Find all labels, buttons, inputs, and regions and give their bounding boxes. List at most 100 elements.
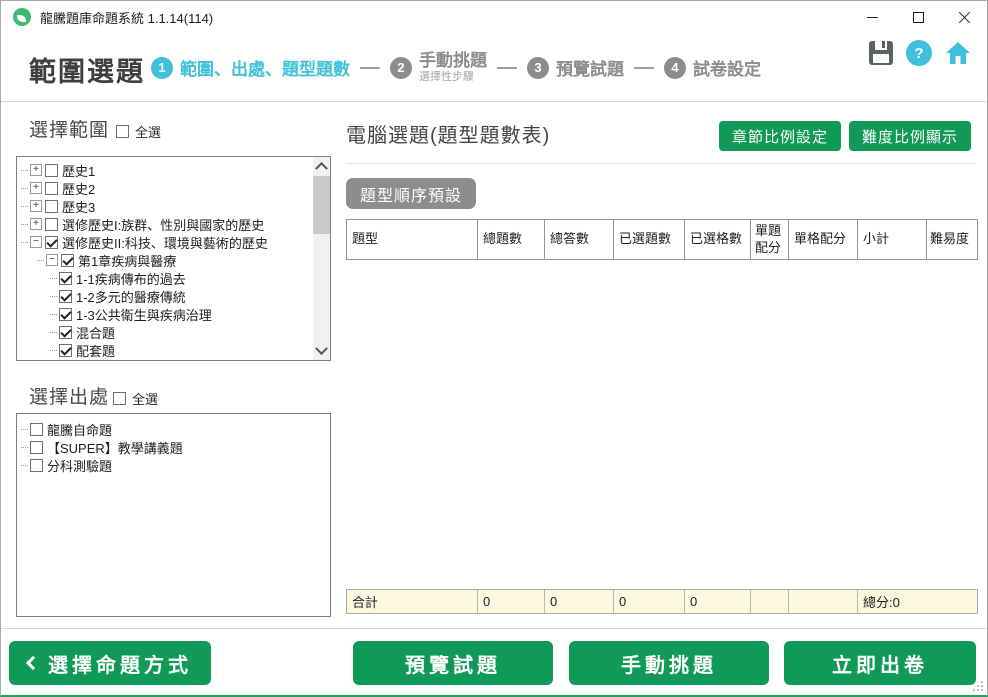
col-selected-questions: 已選題數 (614, 220, 685, 259)
tree-checkbox[interactable] (45, 199, 58, 213)
tree-item[interactable]: 1-2多元的醫療傳統 (17, 287, 312, 305)
footer-divider (1, 628, 987, 629)
scope-tree: + 歷史1 + 歷史2 + 歷史3 + 選修歷史I:族群、性別與國家的歷史 − … (16, 156, 331, 361)
source-checkbox[interactable] (30, 440, 43, 454)
tree-scrollbar[interactable] (313, 157, 330, 360)
step-3-preview[interactable]: 3 預覽試題 (527, 55, 624, 80)
scrollbar-down-icon[interactable] (313, 343, 330, 360)
tree-expander-icon[interactable]: + (30, 218, 42, 230)
tree-connector (50, 277, 57, 279)
tree-checkbox[interactable] (45, 217, 58, 231)
app-logo-icon (13, 8, 31, 26)
header-icons: ? (869, 40, 971, 66)
chapter-ratio-button[interactable]: 章節比例設定 (719, 121, 841, 151)
step-1-number: 1 (151, 56, 173, 79)
source-item[interactable]: 【SUPER】教學講義題 (17, 438, 312, 456)
source-connector (21, 428, 28, 430)
source-select-all[interactable]: 全選 (113, 389, 158, 408)
minimize-button[interactable] (849, 1, 895, 33)
scope-section-title: 選擇範圍 (29, 120, 110, 141)
tree-item-label: 歷史2 (62, 181, 96, 197)
tree-checkbox[interactable] (59, 307, 72, 321)
tree-item[interactable]: 1-3公共衛生與疾病治理 (17, 305, 312, 323)
source-item-label: 分科測驗題 (47, 458, 113, 474)
close-button[interactable] (941, 1, 987, 33)
total-label: 合計 (347, 590, 478, 613)
tree-checkbox[interactable] (45, 181, 58, 195)
source-item-label: 【SUPER】教學講義題 (47, 440, 183, 456)
col-subtotal: 小計 (858, 220, 927, 259)
tree-item-label: 1-2多元的醫療傳統 (76, 289, 186, 305)
tree-checkbox[interactable] (59, 271, 72, 285)
source-item-label: 龍騰自命題 (47, 422, 113, 438)
step-4-label: 試卷設定 (693, 60, 761, 79)
step-4-paper-settings[interactable]: 4 試卷設定 (664, 55, 761, 80)
tree-expander-icon[interactable]: − (30, 236, 42, 248)
tree-expander-icon[interactable]: + (30, 200, 42, 212)
question-table-total-row: 合計 0 0 0 0 總分:0 (346, 589, 978, 614)
tree-item[interactable]: 混合題 (17, 323, 312, 341)
points-per-question-value (751, 590, 789, 613)
resize-grip[interactable] (973, 681, 983, 691)
scrollbar-thumb[interactable] (313, 176, 330, 234)
tree-connector (37, 259, 44, 261)
tree-expander-icon[interactable]: + (30, 182, 42, 194)
source-checkbox[interactable] (30, 422, 43, 436)
source-item[interactable]: 龍騰自命題 (17, 420, 312, 438)
source-list: 龍騰自命題 【SUPER】教學講義題 分科測驗題 (16, 413, 331, 617)
col-points-per-blank: 單格配分 (789, 220, 858, 259)
tree-checkbox[interactable] (59, 325, 72, 339)
tree-checkbox[interactable] (61, 253, 74, 267)
titlebar: 龍騰題庫命題系統 1.1.14(114) (1, 1, 987, 33)
step-2-manual-pick[interactable]: 2 手動挑題 選擇性步驟 (390, 51, 487, 83)
source-connector (21, 446, 28, 448)
tree-item[interactable]: + 選修歷史I:族群、性別與國家的歷史 (17, 215, 312, 233)
step-4-number: 4 (664, 56, 686, 79)
back-to-mode-button[interactable]: 選擇命題方式 (9, 641, 211, 685)
question-table-header: 題型 總題數 總答數 已選題數 已選格數 單題配分 單格配分 小計 難易度 (346, 219, 978, 260)
manual-pick-button[interactable]: 手動挑題 (569, 641, 769, 685)
tree-item-label: 選修歷史I:族群、性別與國家的歷史 (62, 217, 265, 233)
source-list-rows: 龍騰自命題 【SUPER】教學講義題 分科測驗題 (17, 420, 312, 474)
home-icon[interactable] (945, 41, 971, 65)
app-window: 龍騰題庫命題系統 1.1.14(114) 範圍選題 1 範圍、出處、題型題數 2… (0, 0, 988, 697)
close-icon (958, 11, 971, 24)
scope-select-all-checkbox[interactable] (116, 125, 129, 138)
step-1-range[interactable]: 1 範圍、出處、題型題數 (151, 55, 350, 80)
question-order-preset-button[interactable]: 題型順序預設 (346, 178, 476, 209)
scrollbar-up-icon[interactable] (313, 157, 330, 174)
generate-paper-button[interactable]: 立即出卷 (784, 641, 976, 685)
step-2-sublabel: 選擇性步驟 (419, 70, 474, 83)
step-divider (497, 66, 517, 69)
help-icon[interactable]: ? (906, 40, 932, 66)
tree-expander-icon[interactable]: + (30, 164, 42, 176)
tree-checkbox[interactable] (59, 289, 72, 303)
tree-checkbox[interactable] (45, 163, 58, 177)
save-icon[interactable] (869, 41, 893, 65)
scope-select-all[interactable]: 全選 (116, 122, 161, 141)
tree-item[interactable]: + 歷史2 (17, 179, 312, 197)
col-difficulty: 難易度 (930, 231, 970, 247)
source-select-all-checkbox[interactable] (113, 392, 126, 405)
preview-questions-button[interactable]: 預覽試題 (353, 641, 553, 685)
difficulty-ratio-button[interactable]: 難度比例顯示 (849, 121, 971, 151)
tree-checkbox[interactable] (45, 235, 58, 249)
step-divider (360, 66, 380, 69)
tree-checkbox[interactable] (59, 343, 72, 357)
source-checkbox[interactable] (30, 458, 43, 472)
window-controls (849, 1, 987, 33)
tree-connector (50, 295, 57, 297)
tree-item[interactable]: + 歷史1 (17, 161, 312, 179)
maximize-button[interactable] (895, 1, 941, 33)
selected-questions-value: 0 (614, 590, 685, 613)
tree-item[interactable]: − 選修歷史II:科技、環境與藝術的歷史 (17, 233, 312, 251)
source-item[interactable]: 分科測驗題 (17, 456, 312, 474)
tree-item[interactable]: − 第1章疾病與醫療 (17, 251, 312, 269)
tree-item[interactable]: + 歷史3 (17, 197, 312, 215)
tree-item[interactable]: 配套題 (17, 341, 312, 359)
tree-connector (50, 313, 57, 315)
tree-item-label: 第1章疾病與醫療 (78, 253, 177, 269)
tree-expander-icon[interactable]: − (46, 254, 58, 266)
tree-item[interactable]: 1-1疾病傳布的過去 (17, 269, 312, 287)
scope-select-all-label: 全選 (135, 125, 162, 140)
